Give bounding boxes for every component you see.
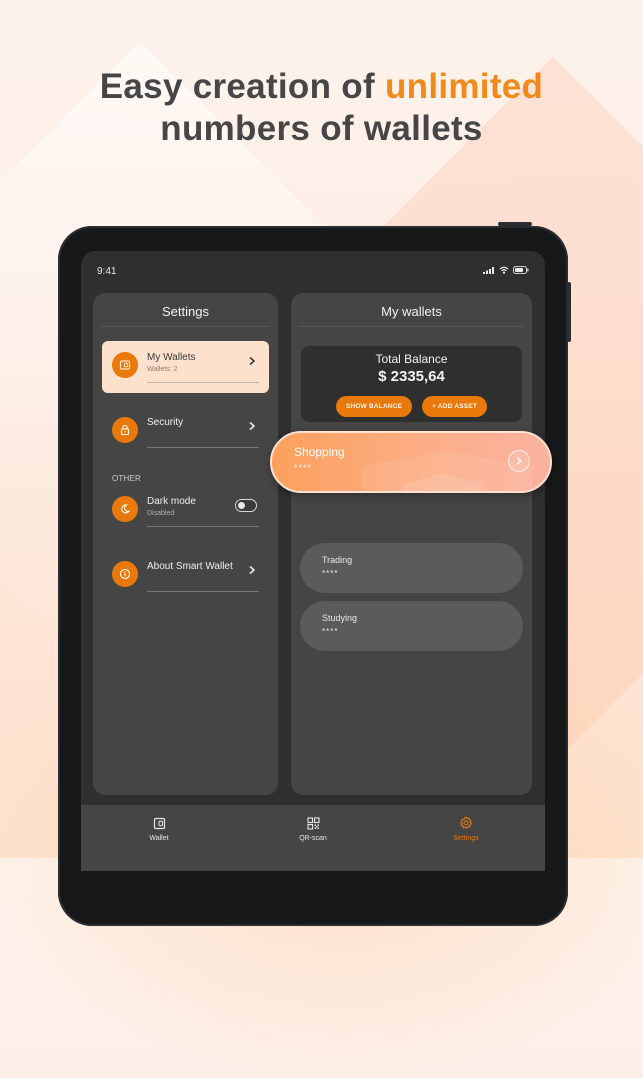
wallet-name: Shopping [294,445,345,459]
tab-label: QR-scan [299,835,327,842]
wallet-name: Trading [322,555,353,565]
chevron-right-icon [245,563,259,577]
wallet-name: Studying [322,613,358,623]
gear-icon [426,815,506,831]
settings-item-my-wallets[interactable]: My Wallets Wallets: 2 [102,341,269,393]
open-wallet-button[interactable] [508,450,530,472]
settings-item-about[interactable]: About Smart Wallet [102,550,269,602]
divider [147,447,259,448]
tablet-screen: 9:41 Settings My Wallets Wallets: 2 Secu… [81,251,545,871]
tab-bar: Wallet QR-scan Settings [81,805,545,871]
lock-icon [112,417,138,443]
settings-item-sublabel: Wallets: 2 [147,366,178,373]
wallet-masked-balance: **** [294,463,313,473]
tab-label: Settings [453,835,479,842]
divider [299,326,524,327]
settings-item-label: Dark mode [147,496,196,507]
chevron-right-icon [245,419,259,433]
wallet-card-trading[interactable]: Trading **** [300,543,523,593]
add-asset-button[interactable]: + ADD ASSET [422,396,488,417]
status-icons [483,266,529,274]
headline-prefix: Easy creation of [99,67,385,106]
dark-mode-toggle[interactable] [235,499,257,512]
chevron-right-icon [245,354,259,368]
total-balance-card: Total Balance $ 2335,64 SHOW BALANCE + A… [301,346,522,422]
section-label-other: OTHER [112,474,141,483]
tab-label: Wallet [149,835,169,842]
status-time: 9:41 [97,266,117,277]
balance-value: $ 2335,64 [378,368,445,385]
settings-item-security[interactable]: Security [102,406,269,458]
cellular-signal-icon [483,266,494,274]
headline-line2: numbers of wallets [160,109,483,148]
balance-title: Total Balance [375,352,448,366]
wallet-icon [112,352,138,378]
moon-icon [112,496,138,522]
wallets-title: My wallets [381,304,442,319]
divider [147,591,259,592]
wifi-icon [499,266,509,274]
settings-item-dark-mode[interactable]: Dark mode Disabled [102,485,269,537]
info-icon [112,561,138,587]
battery-icon [513,266,529,274]
wallet-masked-balance: **** [322,627,339,636]
settings-title: Settings [162,304,209,319]
tab-wallet[interactable]: Wallet [119,815,199,842]
settings-panel: Settings My Wallets Wallets: 2 Security … [93,293,278,795]
show-balance-button[interactable]: SHOW BALANCE [335,396,413,417]
tab-settings[interactable]: Settings [426,815,506,842]
toggle-knob [238,502,245,509]
wallet-card-shopping[interactable]: Shopping **** [270,431,552,493]
qr-code-icon [273,815,353,831]
divider [147,526,259,527]
settings-item-label: My Wallets [147,352,196,363]
wallet-icon [119,815,199,831]
divider [147,382,259,383]
wallet-card-studying[interactable]: Studying **** [300,601,523,651]
wallets-panel: My wallets Total Balance $ 2335,64 SHOW … [291,293,532,795]
headline: Easy creation of unlimited numbers of wa… [0,66,643,150]
headline-accent: unlimited [384,67,544,106]
divider [101,326,270,327]
wallet-masked-balance: **** [322,569,339,578]
chevron-right-icon [516,457,522,465]
settings-item-label: Security [147,417,184,428]
tab-qr-scan[interactable]: QR-scan [273,815,353,842]
settings-item-sublabel: Disabled [147,510,175,517]
settings-item-label: About Smart Wallet [147,561,233,572]
